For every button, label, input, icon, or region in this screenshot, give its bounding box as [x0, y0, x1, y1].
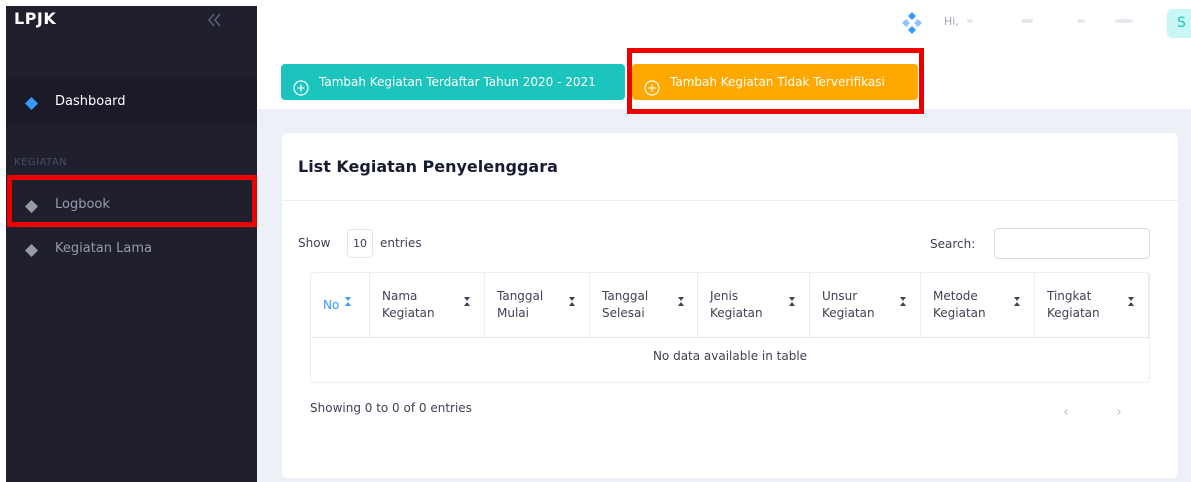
card-title: List Kegiatan Penyelenggara	[298, 157, 558, 176]
redacted-username	[1115, 19, 1133, 23]
column-header-nama-kegiatan[interactable]: Nama Kegiatan	[370, 273, 485, 338]
column-header-unsur-kegiatan[interactable]: Unsur Kegiatan	[810, 273, 921, 338]
sidebar: LPJK Dashboard KEGIATAN Logbook Kegiatan…	[6, 6, 257, 482]
column-header-metode-kegiatan[interactable]: Metode Kegiatan	[921, 273, 1035, 338]
empty-table-message: No data available in table	[652, 349, 808, 363]
sort-icon	[1128, 295, 1134, 306]
table-info: Showing 0 to 0 of 0 entries	[310, 401, 472, 415]
entries-label: entries	[380, 236, 422, 250]
column-header-no[interactable]: No	[311, 273, 370, 338]
add-registered-activity-button[interactable]: Tambah Kegiatan Terdaftar Tahun 2020 - 2…	[281, 64, 625, 100]
sort-icon	[789, 295, 795, 306]
redacted-username	[1021, 19, 1033, 23]
sidebar-item-label: Logbook	[55, 197, 110, 212]
column-header-label: Metode Kegiatan	[933, 289, 986, 320]
activity-table: No Nama Kegiatan Tanggal Mulai Tanggal Sele…	[310, 272, 1150, 383]
sidebar-item-label: Kegiatan Lama	[55, 241, 152, 256]
column-header-label: Nama Kegiatan	[382, 289, 435, 320]
divider	[282, 200, 1178, 201]
column-header-label: Jenis Kegiatan	[710, 289, 763, 320]
sidebar-item-label: Dashboard	[55, 94, 126, 109]
sort-icon	[569, 295, 575, 306]
sidebar-item-logbook[interactable]: Logbook	[6, 184, 257, 230]
column-header-label: Tanggal Mulai	[497, 289, 544, 320]
topbar: Hi, S	[257, 6, 1191, 55]
diamond-icon	[25, 95, 38, 110]
column-header-label: No	[323, 298, 340, 312]
brand-title[interactable]: LPJK	[14, 9, 56, 28]
sidebar-section-label: KEGIATAN	[14, 157, 68, 168]
column-header-label: Tanggal Selesai	[602, 289, 649, 320]
column-header-tanggal-mulai[interactable]: Tanggal Mulai	[485, 273, 590, 338]
brand-logo-icon	[902, 12, 922, 34]
search-label: Search:	[930, 237, 976, 251]
activity-list-card: List Kegiatan Penyelenggara Show 10 entr…	[282, 133, 1178, 478]
sort-icon	[464, 295, 470, 306]
app-frame: LPJK Dashboard KEGIATAN Logbook Kegiatan…	[0, 0, 1191, 482]
avatar[interactable]: S	[1167, 9, 1191, 38]
collapse-chevrons-icon[interactable]	[205, 11, 223, 29]
pagination-prev-button[interactable]: ‹	[1051, 399, 1081, 429]
page-length-select[interactable]: 10	[347, 229, 373, 258]
column-header-label: Tingkat Kegiatan	[1047, 289, 1100, 320]
redacted-username	[1077, 19, 1085, 23]
redacted-username	[967, 19, 973, 23]
button-label: Tambah Kegiatan Tidak Terverifikasi	[670, 75, 885, 89]
column-header-jenis-kegiatan[interactable]: Jenis Kegiatan	[698, 273, 810, 338]
diamond-icon	[25, 198, 38, 213]
diamond-icon	[25, 242, 38, 257]
sort-icon	[900, 295, 906, 306]
table-header-border	[311, 337, 1149, 338]
column-header-label: Unsur Kegiatan	[822, 289, 875, 320]
plus-circle-icon	[644, 74, 660, 96]
plus-circle-icon	[293, 74, 309, 96]
action-toolbar: Tambah Kegiatan Terdaftar Tahun 2020 - 2…	[257, 55, 1191, 109]
column-header-tingkat-kegiatan[interactable]: Tingkat Kegiatan	[1035, 273, 1149, 338]
user-greeting[interactable]: Hi,	[944, 15, 959, 28]
show-label: Show	[298, 236, 331, 250]
sort-icon	[678, 295, 684, 306]
sort-icon	[1014, 295, 1020, 306]
sidebar-item-kegiatan-lama[interactable]: Kegiatan Lama	[6, 228, 257, 274]
sort-icon	[345, 295, 351, 306]
search-input[interactable]	[994, 228, 1150, 259]
sidebar-brand: LPJK	[6, 6, 257, 55]
pagination-next-button[interactable]: ›	[1104, 399, 1134, 429]
button-label: Tambah Kegiatan Terdaftar Tahun 2020 - 2…	[319, 75, 596, 89]
column-header-tanggal-selesai[interactable]: Tanggal Selesai	[590, 273, 698, 338]
sidebar-item-dashboard[interactable]: Dashboard	[6, 79, 257, 125]
add-unverified-activity-button[interactable]: Tambah Kegiatan Tidak Terverifikasi	[632, 64, 918, 100]
